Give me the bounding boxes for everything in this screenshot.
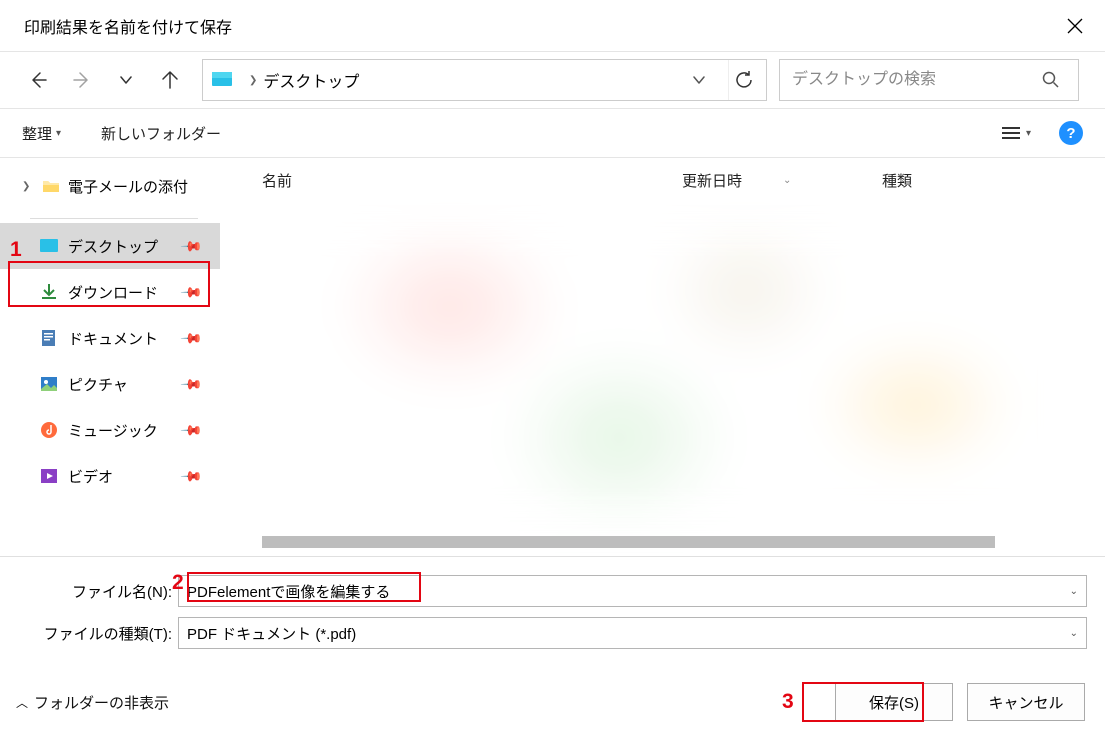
column-headers: 名前 更新日時⌄ 種類 bbox=[232, 158, 1105, 202]
refresh-icon bbox=[735, 71, 753, 89]
blurred-content bbox=[238, 208, 1085, 536]
cancel-button[interactable]: キャンセル bbox=[967, 683, 1085, 721]
close-icon bbox=[1067, 18, 1083, 34]
quick-downloads[interactable]: ダウンロード 📌 bbox=[0, 269, 220, 315]
address-dropdown[interactable] bbox=[692, 73, 722, 87]
expand-icon[interactable]: ❯ bbox=[22, 181, 36, 192]
file-pane: 名前 更新日時⌄ 種類 bbox=[220, 158, 1105, 556]
filename-value: PDFelementで画像を編集する bbox=[187, 581, 390, 602]
new-folder-button[interactable]: 新しいフォルダー bbox=[101, 123, 221, 144]
desktop-folder-icon bbox=[211, 69, 233, 91]
quick-label: デスクトップ bbox=[68, 236, 158, 257]
view-menu[interactable]: ▾ bbox=[1002, 127, 1031, 139]
horizontal-scrollbar[interactable] bbox=[262, 536, 995, 548]
quick-label: ピクチャ bbox=[68, 374, 128, 395]
sidebar: ❯ 電子メールの添付 デスクトップ 📌 ダウンロード 📌 ドキュメント � bbox=[0, 158, 220, 556]
breadcrumb-current[interactable]: デスクトップ bbox=[263, 68, 359, 92]
pictures-icon bbox=[40, 375, 58, 393]
recent-dropdown-button[interactable] bbox=[104, 52, 148, 108]
caret-down-icon: ▾ bbox=[56, 128, 61, 139]
downloads-icon bbox=[40, 283, 58, 301]
pin-icon: 📌 bbox=[179, 372, 203, 396]
videos-icon bbox=[40, 467, 58, 485]
filename-label: ファイル名(N): bbox=[18, 581, 178, 602]
music-icon bbox=[40, 421, 58, 439]
chevron-up-icon: ︿ bbox=[16, 694, 28, 711]
chevron-down-icon[interactable]: ⌄ bbox=[1070, 586, 1078, 597]
search-input[interactable] bbox=[790, 70, 1042, 90]
search-box[interactable] bbox=[779, 59, 1079, 101]
quick-label: ビデオ bbox=[68, 466, 113, 487]
new-folder-label: 新しいフォルダー bbox=[101, 123, 221, 144]
quick-documents[interactable]: ドキュメント 📌 bbox=[0, 315, 220, 361]
search-icon bbox=[1042, 71, 1068, 89]
pin-icon: 📌 bbox=[179, 234, 203, 258]
window-title: 印刷結果を名前を付けて保存 bbox=[24, 14, 232, 38]
filetype-select[interactable]: PDF ドキュメント (*.pdf) ⌄ bbox=[178, 617, 1087, 649]
quick-label: ダウンロード bbox=[68, 282, 158, 303]
arrow-up-icon bbox=[160, 70, 180, 90]
organize-menu[interactable]: 整理 ▾ bbox=[22, 123, 61, 144]
help-button[interactable]: ? bbox=[1059, 121, 1083, 145]
quick-label: ドキュメント bbox=[68, 328, 158, 349]
arrow-right-icon bbox=[72, 70, 92, 90]
quick-pictures[interactable]: ピクチャ 📌 bbox=[0, 361, 220, 407]
arrow-left-icon bbox=[28, 70, 48, 90]
caret-down-icon: ▾ bbox=[1026, 128, 1031, 139]
desktop-icon bbox=[40, 237, 58, 255]
close-button[interactable] bbox=[1045, 0, 1105, 52]
pin-icon: 📌 bbox=[179, 326, 203, 350]
tree-item-attachments[interactable]: ❯ 電子メールの添付 bbox=[0, 164, 220, 208]
save-button[interactable]: 保存(S) bbox=[835, 683, 953, 721]
breadcrumb-separator: ❯ bbox=[249, 75, 257, 86]
filename-input[interactable]: PDFelementで画像を編集する ⌄ bbox=[178, 575, 1087, 607]
list-view-icon bbox=[1002, 127, 1020, 139]
sort-indicator-icon: ⌄ bbox=[783, 175, 792, 186]
pin-icon: 📌 bbox=[179, 418, 203, 442]
column-name[interactable]: 名前 bbox=[262, 170, 682, 191]
quick-desktop[interactable]: デスクトップ 📌 bbox=[0, 223, 220, 269]
quick-music[interactable]: ミュージック 📌 bbox=[0, 407, 220, 453]
organize-label: 整理 bbox=[22, 123, 52, 144]
form-area: ファイル名(N): PDFelementで画像を編集する ⌄ ファイルの種類(T… bbox=[0, 556, 1105, 667]
hide-folders-toggle[interactable]: ︿ フォルダーの非表示 bbox=[16, 692, 169, 713]
documents-icon bbox=[40, 329, 58, 347]
up-button[interactable] bbox=[148, 52, 192, 108]
chevron-down-icon[interactable]: ⌄ bbox=[1070, 628, 1078, 639]
file-list[interactable] bbox=[232, 202, 1105, 556]
column-type[interactable]: 種類 bbox=[882, 170, 1105, 191]
column-date[interactable]: 更新日時⌄ bbox=[682, 170, 882, 191]
chevron-down-icon bbox=[692, 73, 706, 87]
back-button[interactable] bbox=[16, 52, 60, 108]
chevron-down-icon bbox=[119, 73, 133, 87]
quick-videos[interactable]: ビデオ 📌 bbox=[0, 453, 220, 499]
hide-folders-label: フォルダーの非表示 bbox=[34, 692, 169, 713]
folder-icon bbox=[42, 177, 60, 195]
refresh-button[interactable] bbox=[728, 60, 758, 100]
filetype-label: ファイルの種類(T): bbox=[18, 623, 178, 644]
pin-icon: 📌 bbox=[179, 280, 203, 304]
pin-icon: 📌 bbox=[179, 464, 203, 488]
address-bar[interactable]: ❯ デスクトップ bbox=[202, 59, 767, 101]
forward-button[interactable] bbox=[60, 52, 104, 108]
tree-item-label: 電子メールの添付 bbox=[68, 176, 188, 197]
filetype-value: PDF ドキュメント (*.pdf) bbox=[187, 623, 356, 644]
quick-label: ミュージック bbox=[68, 420, 158, 441]
